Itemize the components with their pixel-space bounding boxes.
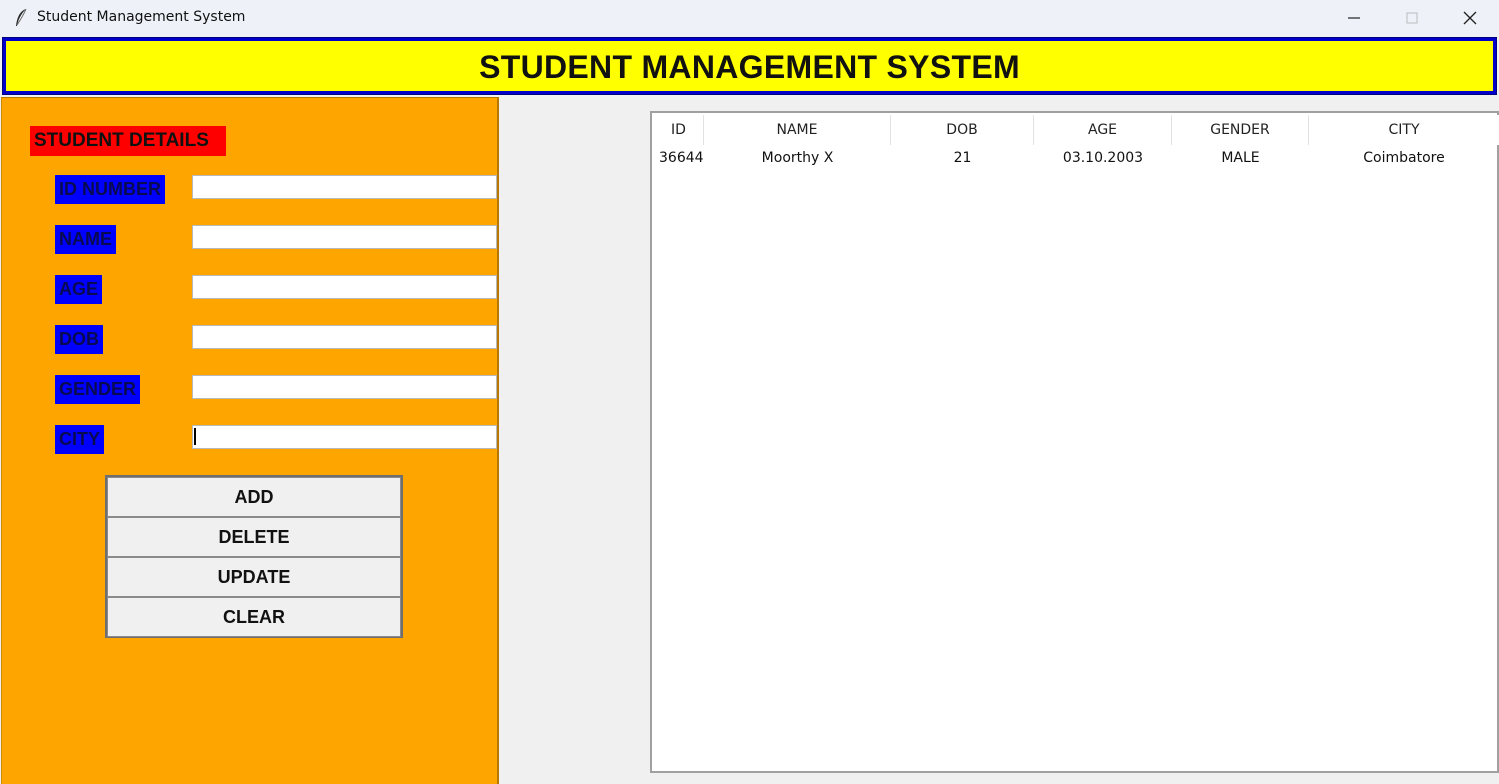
city-input[interactable]	[192, 425, 497, 449]
update-button[interactable]: UPDATE	[107, 557, 401, 597]
window-title: Student Management System	[37, 9, 246, 25]
feather-icon	[14, 8, 28, 28]
column-header-age[interactable]: AGE	[1034, 115, 1172, 145]
maximize-button[interactable]	[1383, 0, 1441, 36]
column-header-gender[interactable]: GENDER	[1172, 115, 1309, 145]
clear-button[interactable]: CLEAR	[107, 597, 401, 637]
cell-name: Moorthy X	[761, 150, 834, 166]
name-input[interactable]	[192, 225, 497, 249]
minimize-button[interactable]	[1325, 0, 1383, 36]
student-details-panel: STUDENT DETAILS ID NUMBER NAME AGE DOB G…	[1, 97, 499, 784]
age-input[interactable]	[192, 275, 497, 299]
column-header-id[interactable]: ID	[654, 115, 704, 145]
city-label: CITY	[55, 425, 105, 454]
id-number-input[interactable]	[192, 175, 497, 199]
city-field-wrapper	[192, 425, 497, 449]
column-header-name[interactable]: NAME	[704, 115, 891, 145]
minimize-icon	[1348, 17, 1360, 19]
dob-label: DOB	[55, 325, 103, 354]
table-header: ID NAME DOB AGE GENDER CITY	[654, 115, 1499, 145]
close-button[interactable]	[1441, 0, 1499, 36]
cell-age: 03.10.2003	[1062, 150, 1144, 166]
id-number-label: ID NUMBER	[55, 175, 165, 204]
cell-dob: 21	[953, 150, 972, 166]
window-titlebar: Student Management System	[0, 0, 1499, 36]
header-banner: STUDENT MANAGEMENT SYSTEM	[2, 37, 1497, 95]
action-buttons: ADD DELETE UPDATE CLEAR	[105, 475, 403, 638]
section-title: STUDENT DETAILS	[30, 126, 226, 156]
text-caret	[194, 428, 196, 445]
column-header-dob[interactable]: DOB	[891, 115, 1034, 145]
cell-gender: MALE	[1221, 150, 1260, 166]
table-viewport: ID NAME DOB AGE GENDER CITY 36644' Moort…	[654, 115, 1499, 771]
table-body: 36644' Moorthy X 21 03.10.2003 MALE Coim…	[654, 145, 1499, 171]
dob-input[interactable]	[192, 325, 497, 349]
cell-id: 36644'	[659, 150, 704, 166]
close-icon	[1463, 11, 1477, 25]
gender-input[interactable]	[192, 375, 497, 399]
delete-button[interactable]: DELETE	[107, 517, 401, 557]
page-title: STUDENT MANAGEMENT SYSTEM	[479, 49, 1020, 85]
age-label: AGE	[55, 275, 103, 304]
add-button[interactable]: ADD	[107, 477, 401, 517]
maximize-icon	[1406, 12, 1418, 24]
name-label: NAME	[55, 225, 116, 254]
student-table[interactable]: ID NAME DOB AGE GENDER CITY 36644' Moort…	[650, 111, 1499, 773]
table-row[interactable]: 36644' Moorthy X 21 03.10.2003 MALE Coim…	[654, 145, 1499, 171]
column-header-city[interactable]: CITY	[1309, 115, 1499, 145]
gender-label: GENDER	[55, 375, 141, 404]
cell-city: Coimbatore	[1363, 150, 1445, 166]
